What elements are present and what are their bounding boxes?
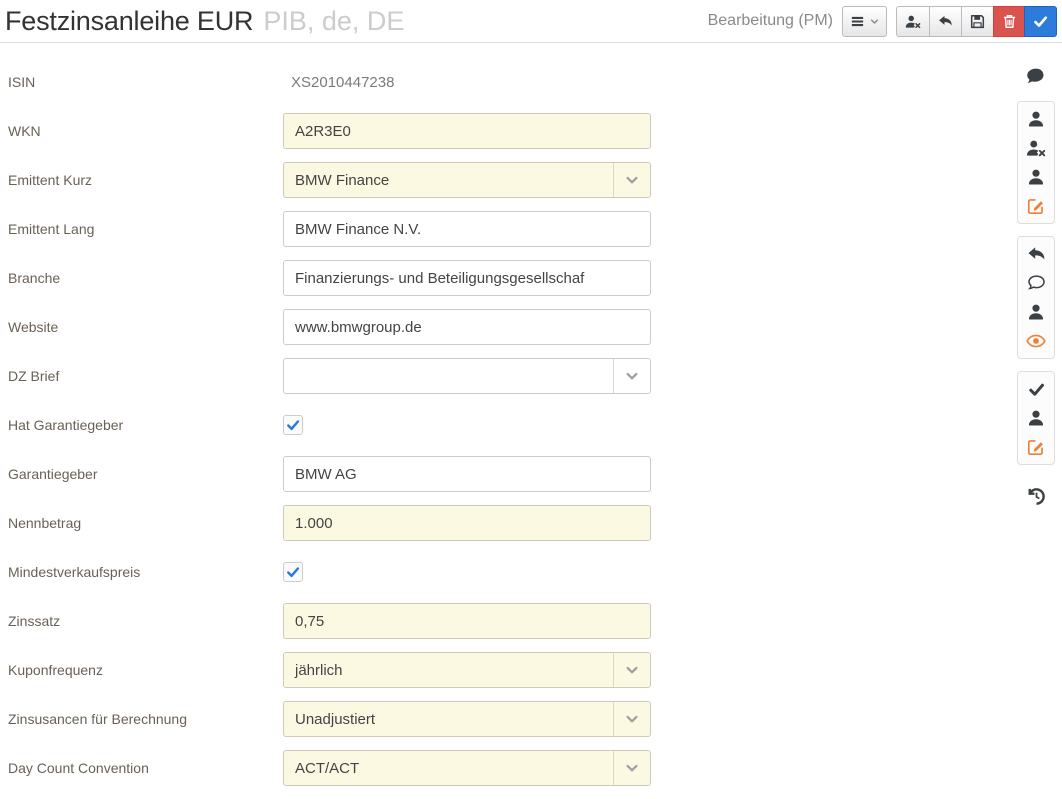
page-header: Festzinsanleihe EUR PIB, de, DE Bearbeit… bbox=[0, 0, 1062, 43]
check-icon bbox=[1033, 14, 1048, 29]
comment-filled-icon[interactable] bbox=[1025, 66, 1047, 88]
zinssatz-input[interactable] bbox=[283, 603, 651, 639]
confirm-button[interactable] bbox=[1024, 6, 1057, 37]
action-sidebar bbox=[1010, 43, 1062, 799]
form-row-branche: Branche bbox=[8, 260, 1010, 296]
check-icon[interactable] bbox=[1025, 378, 1047, 400]
field-label-emittent-kurz: Emittent Kurz bbox=[8, 172, 283, 188]
history-icon[interactable] bbox=[1025, 485, 1047, 507]
select-value: jährlich bbox=[284, 653, 613, 687]
field-label-emittent-lang: Emittent Lang bbox=[8, 221, 283, 237]
field-label-mindestverkaufspreis: Mindestverkaufspreis bbox=[8, 564, 283, 580]
dz-brief-select[interactable] bbox=[283, 358, 651, 394]
field-label-zinsusancen: Zinsusancen für Berechnung bbox=[8, 711, 283, 727]
edit-icon[interactable] bbox=[1025, 195, 1047, 217]
user-icon[interactable] bbox=[1025, 407, 1047, 429]
field-label-hat-garantiegeber: Hat Garantiegeber bbox=[8, 417, 283, 433]
field-label-wkn: WKN bbox=[8, 123, 283, 139]
save-button[interactable] bbox=[961, 6, 994, 37]
field-label-isin: ISIN bbox=[8, 74, 283, 90]
day-count-convention-select[interactable]: ACT/ACT bbox=[283, 750, 651, 786]
form-row-hat-garantiegeber: Hat Garantiegeber bbox=[8, 407, 1010, 443]
trash-icon bbox=[1003, 14, 1016, 29]
form-row-nennbetrag: Nennbetrag bbox=[8, 505, 1010, 541]
field-label-website: Website bbox=[8, 319, 283, 335]
nennbetrag-input[interactable] bbox=[283, 505, 651, 541]
form-row-website: Website bbox=[8, 309, 1010, 345]
edit-icon[interactable] bbox=[1025, 436, 1047, 458]
isin-value: XS2010447238 bbox=[283, 74, 394, 91]
chevron-down-icon bbox=[870, 17, 879, 26]
delete-button[interactable] bbox=[993, 6, 1025, 37]
chevron-down-icon bbox=[613, 359, 650, 393]
form-row-zinssatz: Zinssatz bbox=[8, 603, 1010, 639]
user-x-icon bbox=[905, 14, 921, 29]
sidebar-group-approve bbox=[1017, 371, 1055, 465]
undo-button[interactable] bbox=[929, 6, 962, 37]
zinsusancen-select[interactable]: Unadjustiert bbox=[283, 701, 651, 737]
form-row-mindestverkaufspreis: Mindestverkaufspreis bbox=[8, 554, 1010, 590]
garantiegeber-input[interactable] bbox=[283, 456, 651, 492]
select-value: BMW Finance bbox=[284, 163, 613, 197]
page-title: Festzinsanleihe EUR bbox=[5, 6, 253, 37]
field-label-day-count: Day Count Convention bbox=[8, 760, 283, 776]
user-icon[interactable] bbox=[1025, 301, 1047, 323]
chevron-down-icon bbox=[613, 702, 650, 736]
emittent-lang-input[interactable] bbox=[283, 211, 651, 247]
website-input[interactable] bbox=[283, 309, 651, 345]
chevron-down-icon bbox=[613, 163, 650, 197]
form-row-wkn: WKN bbox=[8, 113, 1010, 149]
field-label-zinssatz: Zinssatz bbox=[8, 613, 283, 629]
wkn-input[interactable] bbox=[283, 113, 651, 149]
hat-garantiegeber-checkbox[interactable] bbox=[283, 415, 303, 435]
form-row-emittent-lang: Emittent Lang bbox=[8, 211, 1010, 247]
sidebar-group-users bbox=[1017, 101, 1055, 224]
action-button-group bbox=[896, 6, 1057, 37]
chevron-down-icon bbox=[613, 653, 650, 687]
undo-icon bbox=[938, 14, 953, 29]
form-row-day-count: Day Count Convention ACT/ACT bbox=[8, 750, 1010, 786]
form-row-garantiegeber: Garantiegeber bbox=[8, 456, 1010, 492]
field-label-branche: Branche bbox=[8, 270, 283, 286]
select-value: ACT/ACT bbox=[284, 751, 613, 785]
user-x-icon[interactable] bbox=[1025, 137, 1047, 159]
user-icon[interactable] bbox=[1025, 166, 1047, 188]
form-row-zinsusancen: Zinsusancen für Berechnung Unadjustiert bbox=[8, 701, 1010, 737]
field-label-kuponfrequenz: Kuponfrequenz bbox=[8, 662, 283, 678]
page-subtitle: PIB, de, DE bbox=[263, 6, 404, 37]
save-icon bbox=[970, 14, 985, 29]
status-label: Bearbeitung (PM) bbox=[708, 12, 833, 30]
menu-dropdown-button[interactable] bbox=[842, 6, 887, 37]
undo-icon[interactable] bbox=[1025, 243, 1047, 265]
eye-icon[interactable] bbox=[1025, 330, 1047, 352]
user-icon[interactable] bbox=[1025, 108, 1047, 130]
form-row-dz-brief: DZ Brief bbox=[8, 358, 1010, 394]
kuponfrequenz-select[interactable]: jährlich bbox=[283, 652, 651, 688]
form-row-kuponfrequenz: Kuponfrequenz jährlich bbox=[8, 652, 1010, 688]
branche-input[interactable] bbox=[283, 260, 651, 296]
sidebar-group-review bbox=[1017, 236, 1055, 359]
bond-edit-form: ISIN XS2010447238 WKN Emittent Kurz BMW … bbox=[0, 43, 1010, 799]
select-value: Unadjustiert bbox=[284, 702, 613, 736]
hamburger-icon bbox=[850, 14, 865, 29]
remove-user-button[interactable] bbox=[896, 6, 930, 37]
comment-outline-icon[interactable] bbox=[1025, 272, 1047, 294]
mindestverkaufspreis-checkbox[interactable] bbox=[283, 562, 303, 582]
field-label-nennbetrag: Nennbetrag bbox=[8, 515, 283, 531]
field-label-dz-brief: DZ Brief bbox=[8, 368, 283, 384]
select-value bbox=[284, 359, 613, 393]
field-label-garantiegeber: Garantiegeber bbox=[8, 466, 283, 482]
chevron-down-icon bbox=[613, 751, 650, 785]
emittent-kurz-select[interactable]: BMW Finance bbox=[283, 162, 651, 198]
form-row-emittent-kurz: Emittent Kurz BMW Finance bbox=[8, 162, 1010, 198]
form-row-isin: ISIN XS2010447238 bbox=[8, 64, 1010, 100]
